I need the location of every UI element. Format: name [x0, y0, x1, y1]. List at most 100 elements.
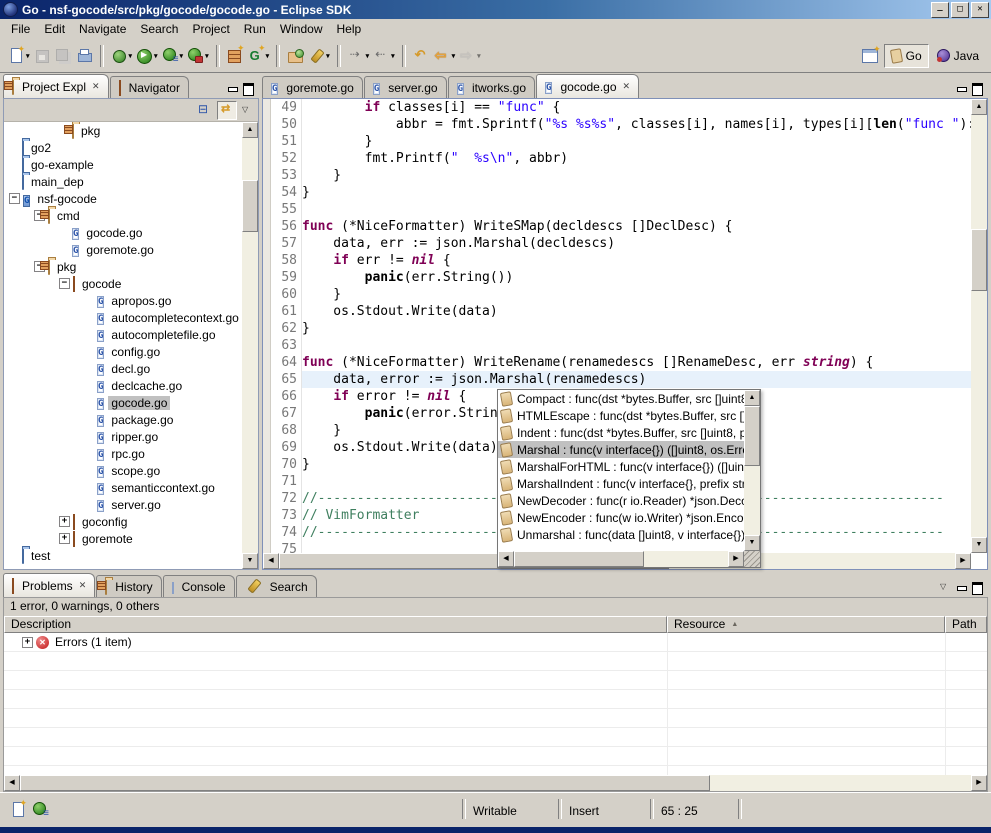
tree-item-scope-go[interactable]: Gscope.go: [4, 462, 242, 479]
menu-navigate[interactable]: Navigate: [72, 20, 133, 38]
scroll-thumb[interactable]: [514, 551, 644, 567]
new-go-file-button[interactable]: ▾: [246, 44, 272, 68]
popup-vscrollbar[interactable]: ▲ ▼: [744, 390, 760, 551]
collapse-all-icon[interactable]: [195, 102, 213, 119]
open-resource-button[interactable]: [285, 44, 306, 68]
tree-item-apropos-go[interactable]: Gapropos.go: [4, 292, 242, 309]
debug-button[interactable]: ▾: [109, 44, 135, 68]
dropdown-arrow-icon[interactable]: ▾: [205, 52, 209, 60]
scroll-up-icon[interactable]: ▲: [971, 99, 987, 115]
tree-item-package-go[interactable]: Gpackage.go: [4, 411, 242, 428]
maximize-pane-icon[interactable]: [971, 83, 984, 94]
perspective-go[interactable]: Go: [884, 44, 929, 68]
minimize-pane-icon[interactable]: [226, 83, 239, 94]
search-button[interactable]: ▾: [306, 44, 332, 68]
column-header-description[interactable]: Description: [4, 616, 667, 633]
dropdown-arrow-icon[interactable]: ▾: [326, 52, 330, 60]
tree-item-pkg[interactable]: pkg: [4, 122, 242, 139]
tree-item-autocompletefile-go[interactable]: Gautocompletefile.go: [4, 326, 242, 343]
tree-item-semanticcontext-go[interactable]: Gsemanticcontext.go: [4, 479, 242, 496]
scroll-down-icon[interactable]: ▼: [971, 537, 987, 553]
tab-problems[interactable]: Problems✕: [3, 573, 95, 597]
scroll-thumb[interactable]: [20, 775, 710, 791]
completion-item[interactable]: HTMLEscape : func(dst *bytes.Buffer, src…: [498, 407, 744, 424]
tree-item-test[interactable]: test: [4, 547, 242, 564]
tree-item-pkg[interactable]: −pkg: [4, 258, 242, 275]
tree-item-goremote-go[interactable]: Ggoremote.go: [4, 241, 242, 258]
title-bar[interactable]: Go - nsf-gocode/src/pkg/gocode/gocode.go…: [0, 0, 991, 19]
dropdown-arrow-icon[interactable]: ▾: [366, 52, 370, 60]
scroll-left-icon[interactable]: ◀: [4, 775, 20, 791]
dropdown-arrow-icon[interactable]: ▾: [477, 52, 481, 60]
open-perspective-icon[interactable]: [862, 49, 878, 63]
minimize-pane-icon[interactable]: [955, 582, 968, 593]
scroll-thumb[interactable]: [971, 229, 987, 291]
dropdown-arrow-icon[interactable]: ▾: [391, 52, 395, 60]
next-annotation-button[interactable]: ▾: [346, 44, 372, 68]
scroll-thumb[interactable]: [744, 406, 760, 466]
editor-tab-goremote-go[interactable]: Ggoremote.go: [262, 76, 363, 98]
tree-item-gocode-go[interactable]: Ggocode.go: [4, 224, 242, 241]
scroll-down-icon[interactable]: ▼: [242, 553, 258, 569]
back-button[interactable]: ▾: [432, 44, 458, 68]
menu-run[interactable]: Run: [237, 20, 273, 38]
scroll-up-icon[interactable]: ▲: [242, 122, 258, 138]
scroll-left-icon[interactable]: ◀: [498, 551, 514, 567]
maximize-button[interactable]: [951, 2, 969, 18]
tree-item-config-go[interactable]: Gconfig.go: [4, 343, 242, 360]
tree-item-goremote[interactable]: +goremote: [4, 530, 242, 547]
editor-vscrollbar[interactable]: ▲ ▼: [971, 99, 987, 553]
view-menu-icon[interactable]: [241, 105, 254, 116]
run-button[interactable]: ▾: [134, 44, 160, 68]
dropdown-arrow-icon[interactable]: ▾: [266, 52, 270, 60]
menu-file[interactable]: File: [4, 20, 37, 38]
problems-row[interactable]: +Errors (1 item): [4, 633, 987, 652]
close-tab-icon[interactable]: ✕: [623, 81, 631, 92]
editor-tab-server-go[interactable]: Gserver.go: [364, 76, 447, 98]
tree-item-main-dep[interactable]: main_dep: [4, 173, 242, 190]
maximize-pane-icon[interactable]: [242, 83, 255, 94]
scroll-thumb[interactable]: [242, 180, 258, 232]
dropdown-arrow-icon[interactable]: ▾: [129, 52, 133, 60]
scroll-left-icon[interactable]: ◀: [263, 553, 279, 569]
scroll-down-icon[interactable]: ▼: [744, 535, 760, 551]
tree-expander-icon[interactable]: −: [59, 278, 70, 289]
tree-expander-icon[interactable]: −: [9, 193, 20, 204]
save-all-button[interactable]: [53, 44, 74, 68]
minimize-button[interactable]: [931, 2, 949, 18]
tree-item-ripper-go[interactable]: Gripper.go: [4, 428, 242, 445]
tab-search[interactable]: Search: [236, 575, 317, 597]
resize-grip[interactable]: [744, 551, 760, 567]
tab-history[interactable]: History: [96, 575, 161, 597]
menu-edit[interactable]: Edit: [37, 20, 72, 38]
link-with-editor-icon[interactable]: [217, 101, 237, 120]
completion-item[interactable]: Unmarshal : func(data []uint8, v interfa…: [498, 526, 744, 543]
completion-item[interactable]: Compact : func(dst *bytes.Buffer, src []…: [498, 390, 744, 407]
row-expander-icon[interactable]: +: [22, 637, 33, 648]
tab-project-expl[interactable]: Project Expl✕: [3, 74, 109, 98]
tree-item-declcache-go[interactable]: Gdeclcache.go: [4, 377, 242, 394]
dropdown-arrow-icon[interactable]: ▾: [154, 52, 158, 60]
run-history-button[interactable]: ▾: [160, 44, 186, 68]
dropdown-arrow-icon[interactable]: ▾: [26, 52, 30, 60]
close-tab-icon[interactable]: ✕: [79, 580, 87, 591]
completion-item[interactable]: Indent : func(dst *bytes.Buffer, src []u…: [498, 424, 744, 441]
save-button[interactable]: [32, 44, 53, 68]
annotation-ruler[interactable]: [263, 99, 271, 553]
fast-view-icon[interactable]: [10, 801, 27, 818]
print-button[interactable]: [74, 44, 95, 68]
tree-item-autocompletecontext-go[interactable]: Gautocompletecontext.go: [4, 309, 242, 326]
tree-item-cmd[interactable]: −cmd: [4, 207, 242, 224]
maximize-pane-icon[interactable]: [971, 582, 984, 593]
completion-item[interactable]: NewDecoder : func(r io.Reader) *json.Dec…: [498, 492, 744, 509]
tree-scrollbar[interactable]: ▲ ▼: [242, 122, 258, 569]
perspective-java[interactable]: Java: [931, 45, 985, 67]
tab-navigator[interactable]: Navigator: [110, 76, 189, 98]
tree-item-decl-go[interactable]: Gdecl.go: [4, 360, 242, 377]
tree-expander-icon[interactable]: +: [59, 533, 70, 544]
tree-item-gocode[interactable]: −gocode: [4, 275, 242, 292]
tree-expander-icon[interactable]: +: [59, 516, 70, 527]
tree-item-goconfig[interactable]: +goconfig: [4, 513, 242, 530]
new-package-button[interactable]: [225, 44, 246, 68]
run-external-button[interactable]: ▾: [185, 44, 211, 68]
